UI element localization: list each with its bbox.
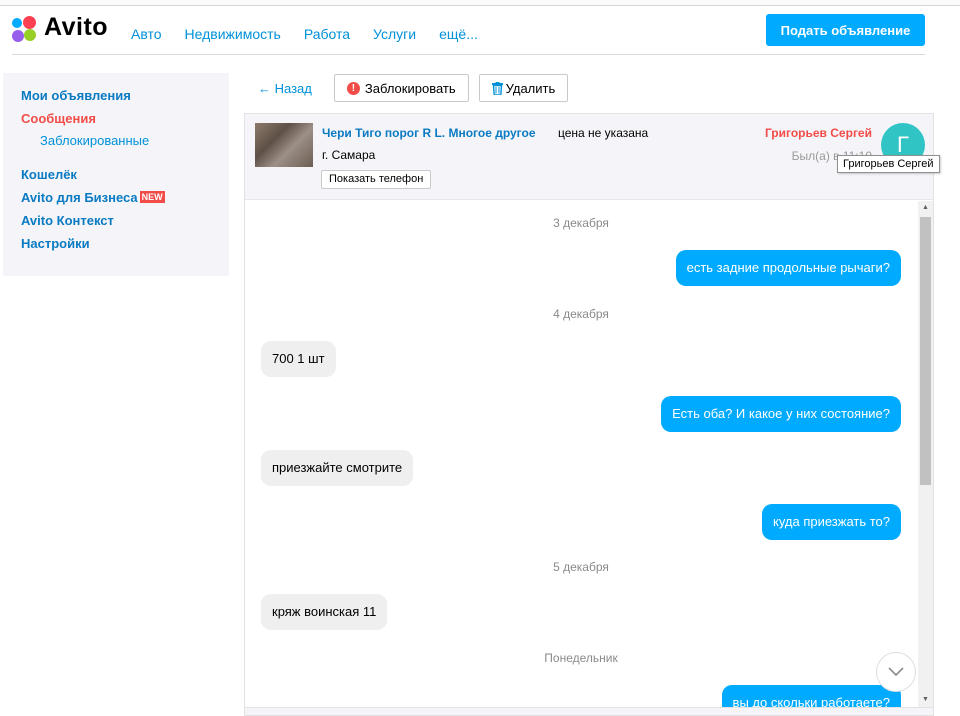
nav-jobs[interactable]: Работа bbox=[304, 26, 350, 42]
show-phone-button[interactable]: Показать телефон bbox=[321, 170, 432, 189]
scroll-to-bottom-button[interactable] bbox=[876, 652, 916, 692]
block-button-label: Заблокировать bbox=[364, 80, 456, 96]
listing-thumbnail[interactable] bbox=[255, 123, 313, 167]
message-list: 3 декабря есть задние продольные рычаги?… bbox=[245, 201, 917, 715]
date-separator: Понедельник bbox=[544, 651, 618, 665]
nav-auto[interactable]: Авто bbox=[131, 26, 162, 42]
date-separator: 3 декабря bbox=[553, 216, 609, 230]
logo-dot-icon bbox=[23, 16, 36, 29]
message-incoming: приезжайте смотрите bbox=[261, 450, 414, 486]
delete-button-label: Удалить bbox=[505, 80, 556, 96]
sidebar-item-my-ads[interactable]: Мои объявления bbox=[21, 87, 229, 110]
listing-price: цена не указана bbox=[558, 126, 649, 140]
sidebar-item-business[interactable]: Avito для Бизнеса NEW bbox=[21, 189, 229, 212]
chat-panel: Чери Тиго порог R L. Многое другое цена … bbox=[244, 113, 934, 716]
chat-header: Чери Тиго порог R L. Многое другое цена … bbox=[245, 114, 933, 200]
sidebar-item-wallet[interactable]: Кошелёк bbox=[21, 166, 229, 189]
sidebar-item-business-label: Avito для Бизнеса bbox=[21, 190, 138, 205]
scroll-up-arrow-icon[interactable]: ▲ bbox=[918, 201, 933, 215]
post-ad-button[interactable]: Подать объявление bbox=[766, 14, 925, 46]
seller-name[interactable]: Григорьев Сергей bbox=[765, 126, 872, 140]
alert-icon: ! bbox=[346, 81, 360, 95]
sidebar-item-blocked[interactable]: Заблокированные bbox=[21, 134, 229, 157]
avatar-tooltip: Григорьев Сергей bbox=[837, 155, 940, 173]
nav-more[interactable]: ещё... bbox=[439, 26, 478, 42]
main-nav: Авто Недвижимость Работа Услуги ещё... bbox=[131, 26, 501, 42]
logo-dot-icon bbox=[24, 29, 36, 41]
message-outgoing: есть задние продольные рычаги? bbox=[675, 250, 901, 286]
nav-services[interactable]: Услуги bbox=[373, 26, 416, 42]
new-badge: NEW bbox=[139, 191, 165, 203]
header-divider bbox=[12, 54, 925, 55]
chat-input-area[interactable] bbox=[245, 707, 933, 715]
date-separator: 4 декабря bbox=[553, 307, 609, 321]
message-outgoing: куда приезжать то? bbox=[761, 504, 901, 540]
message-incoming: кряж воинская 11 bbox=[261, 594, 388, 630]
logo-dot-icon bbox=[12, 30, 24, 42]
scroll-down-arrow-icon[interactable]: ▼ bbox=[918, 693, 933, 707]
trash-icon bbox=[491, 81, 503, 95]
scroll-thumb[interactable] bbox=[920, 217, 931, 485]
logo-dot-icon bbox=[12, 18, 22, 28]
logo-text: Avito bbox=[44, 13, 109, 41]
listing-title-link[interactable]: Чери Тиго порог R L. Многое другое bbox=[322, 126, 536, 140]
chevron-down-icon bbox=[888, 667, 904, 677]
sidebar-item-context[interactable]: Avito Контекст bbox=[21, 212, 229, 235]
block-button[interactable]: ! Заблокировать bbox=[333, 74, 469, 102]
nav-realty[interactable]: Недвижимость bbox=[185, 26, 281, 42]
sidebar-item-messages[interactable]: Сообщения bbox=[21, 110, 229, 133]
delete-button[interactable]: Удалить bbox=[478, 74, 569, 102]
sidebar: Мои объявления Сообщения Заблокированные… bbox=[3, 73, 229, 276]
message-outgoing: Есть оба? И какое у них состояние? bbox=[661, 396, 901, 432]
chat-toolbar: ← Назад ! Заблокировать Удалить bbox=[258, 73, 578, 103]
site-header: Avito Авто Недвижимость Работа Услуги ещ… bbox=[0, 6, 960, 54]
listing-city: г. Самара bbox=[322, 148, 376, 162]
sidebar-item-settings[interactable]: Настройки bbox=[21, 235, 229, 258]
date-separator: 5 декабря bbox=[553, 560, 609, 574]
back-link[interactable]: ← Назад bbox=[258, 81, 312, 96]
message-incoming: 700 1 шт bbox=[261, 341, 336, 377]
avito-logo[interactable]: Avito bbox=[12, 13, 116, 46]
message-scrollbar[interactable]: ▲ ▼ bbox=[918, 201, 933, 707]
